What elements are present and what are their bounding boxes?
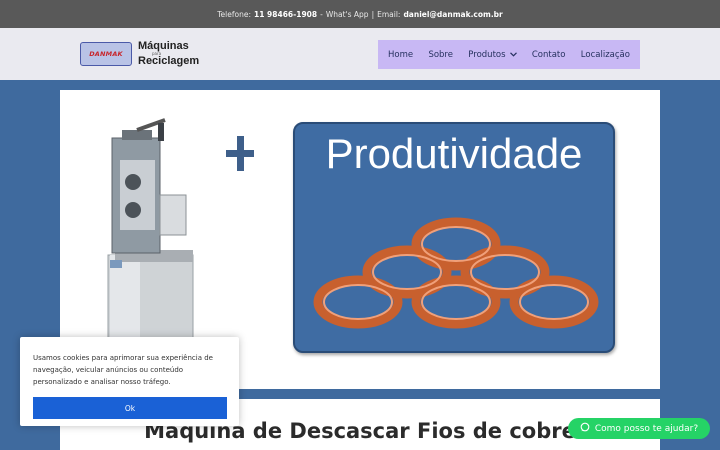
nav-produtos-label: Produtos bbox=[468, 49, 506, 60]
nav-localizacao[interactable]: Localização bbox=[581, 50, 630, 60]
nav-produtos[interactable]: Produtos bbox=[468, 49, 517, 60]
logo-badge: DANMAK bbox=[80, 42, 132, 66]
email-label: Email: bbox=[377, 9, 401, 19]
email-link[interactable]: daniel@danmak.com.br bbox=[403, 10, 502, 19]
logo-line2: Reciclagem bbox=[138, 55, 200, 67]
cookie-text: Usamos cookies para aprimorar sua experi… bbox=[33, 354, 213, 386]
cookie-banner: Usamos cookies para aprimorar sua experi… bbox=[20, 337, 239, 426]
whatsapp-label: Como posso te ajudar? bbox=[594, 423, 699, 434]
separator: | bbox=[371, 9, 375, 19]
logo-line1: Máquinas bbox=[138, 40, 189, 52]
phone-number[interactable]: 11 98466-1908 bbox=[254, 10, 317, 19]
site-logo[interactable]: DANMAK Máquinas para Reciclagem bbox=[80, 41, 199, 67]
site-header: DANMAK Máquinas para Reciclagem Home Sob… bbox=[0, 28, 720, 80]
logo-text: Máquinas para Reciclagem bbox=[138, 41, 199, 67]
nav-home[interactable]: Home bbox=[388, 50, 413, 60]
nav-sobre[interactable]: Sobre bbox=[428, 50, 453, 60]
logo-badge-text: DANMAK bbox=[89, 50, 123, 58]
main-nav: Home Sobre Produtos Contato Localização bbox=[378, 40, 640, 69]
whatsapp-chat-button[interactable]: Como posso te ajudar? bbox=[568, 418, 710, 439]
copper-coils-image bbox=[313, 217, 599, 329]
phone-label: Telefone: bbox=[217, 9, 251, 19]
whatsapp-label: What's App bbox=[325, 9, 369, 19]
nav-contato[interactable]: Contato bbox=[532, 50, 566, 60]
whatsapp-icon bbox=[580, 422, 590, 435]
chevron-down-icon[interactable] bbox=[509, 51, 517, 59]
separator: - bbox=[320, 9, 323, 19]
cookie-ok-button[interactable]: Ok bbox=[33, 397, 227, 419]
top-contact-bar: Telefone: 11 98466-1908 - What's App | E… bbox=[0, 0, 720, 28]
plus-sign-image bbox=[226, 136, 254, 171]
produtividade-banner: Produtividade bbox=[293, 122, 615, 353]
